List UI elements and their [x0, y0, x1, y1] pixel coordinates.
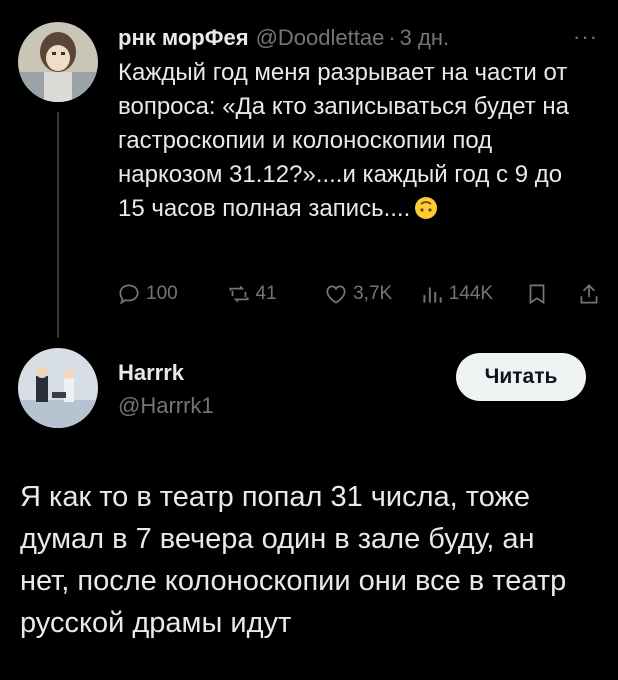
- separator-dot: ·: [388, 25, 396, 50]
- action-bar: 100 41 3,7K 144K: [116, 276, 602, 312]
- tweet-header: рнк морФея @Doodlettae · 3 дн. ···: [118, 22, 598, 54]
- repost-count: 41: [255, 283, 277, 304]
- upside-down-face-icon: [414, 196, 438, 220]
- views-button[interactable]: 144K: [419, 281, 525, 307]
- share-button[interactable]: [576, 281, 602, 307]
- author-name[interactable]: рнк морФея: [118, 25, 249, 51]
- more-options-icon[interactable]: ···: [573, 24, 598, 50]
- reply-icon: [119, 284, 139, 305]
- views-icon: [423, 287, 442, 303]
- share-icon: [580, 284, 598, 304]
- avatar[interactable]: [18, 348, 98, 428]
- like-icon: [326, 285, 346, 304]
- reply-count: 100: [146, 283, 178, 304]
- reply-button[interactable]: 100: [116, 281, 226, 307]
- author-handle[interactable]: @Doodlettae: [256, 25, 385, 51]
- thread-line: [57, 112, 59, 338]
- author-handle[interactable]: @Harrrk1: [118, 393, 214, 419]
- avatar[interactable]: [18, 22, 98, 102]
- tweet-text-content: Каждый год меня разрывает на части от во…: [118, 59, 570, 222]
- follow-button[interactable]: Читать: [456, 353, 586, 401]
- bookmark-icon: [529, 284, 545, 305]
- views-count: 144K: [448, 283, 494, 304]
- like-count: 3,7K: [353, 283, 393, 304]
- repost-icon: [228, 285, 249, 303]
- like-button[interactable]: 3,7K: [323, 281, 419, 307]
- timestamp[interactable]: 3 дн.: [400, 25, 449, 51]
- author-name[interactable]: Harrrk: [118, 360, 184, 386]
- tweet-text: Я как то в театр попал 31 числа, тоже ду…: [20, 481, 567, 639]
- bookmark-button[interactable]: [524, 281, 576, 307]
- repost-button[interactable]: 41: [226, 281, 324, 307]
- tweet-text: Каждый год меня разрывает на части от во…: [118, 56, 586, 226]
